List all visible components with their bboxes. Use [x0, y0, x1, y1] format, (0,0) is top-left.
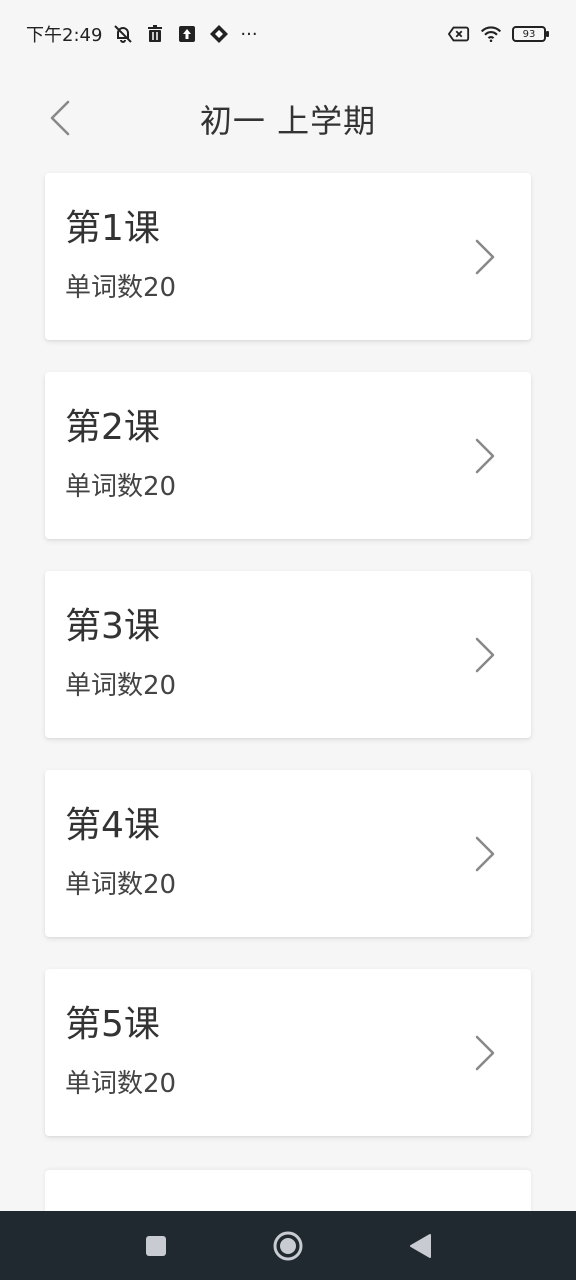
lesson-word-count: 单词数20: [65, 1069, 177, 1099]
status-left: 下午2:49 ···: [26, 21, 258, 47]
more-notifications: ···: [240, 23, 258, 45]
lesson-word-count: 单词数20: [65, 870, 177, 900]
lesson-word-count: 单词数20: [65, 273, 177, 303]
status-time: 下午2:49: [26, 25, 103, 46]
triangle-left-icon: [410, 1233, 431, 1258]
recent-apps-button[interactable]: [138, 1228, 174, 1264]
lesson-title: 第2课: [65, 407, 160, 448]
home-button[interactable]: [270, 1228, 306, 1264]
lesson-title: 第3课: [65, 606, 160, 647]
chevron-right-icon: [475, 637, 495, 673]
battery-indicator: 93: [512, 26, 549, 42]
lesson-card[interactable]: 第4课 单词数20: [45, 770, 531, 937]
chevron-right-icon: [475, 1035, 495, 1071]
sim-error-icon: [448, 23, 470, 45]
lesson-title: 第1课: [65, 208, 160, 249]
mute-bell-icon: [112, 23, 134, 45]
wifi-icon: [480, 23, 502, 45]
status-right: 93: [448, 23, 549, 45]
page-header: 初一 上学期: [0, 68, 576, 168]
app-notification-icon: [208, 23, 230, 45]
lesson-title: 第5课: [65, 1004, 160, 1045]
lesson-title: 第4课: [65, 805, 160, 846]
lesson-card[interactable]: 第2课 单词数20: [45, 372, 531, 539]
lesson-card[interactable]: 第1课 单词数20: [45, 173, 531, 340]
square-icon: [146, 1235, 166, 1256]
chevron-right-icon: [475, 836, 495, 872]
lesson-word-count: 单词数20: [65, 671, 177, 701]
lesson-card[interactable]: 第3课 单词数20: [45, 571, 531, 738]
chevron-right-icon: [475, 239, 495, 275]
chevron-right-icon: [475, 438, 495, 474]
trash-icon: [144, 23, 166, 45]
lesson-word-count: 单词数20: [65, 472, 177, 502]
system-nav-bar: [0, 1211, 576, 1280]
back-nav-button[interactable]: [402, 1228, 438, 1264]
page-title: 初一 上学期: [199, 102, 377, 140]
lesson-card[interactable]: 第5课 单词数20: [45, 969, 531, 1136]
circle-icon: [273, 1231, 303, 1260]
upload-icon: [176, 23, 198, 45]
lesson-list: 第1课 单词数20 第2课 单词数20 第3课 单词数20 第4课 单词数20 …: [45, 173, 531, 1168]
status-bar: 下午2:49 ··· 93: [0, 0, 576, 68]
